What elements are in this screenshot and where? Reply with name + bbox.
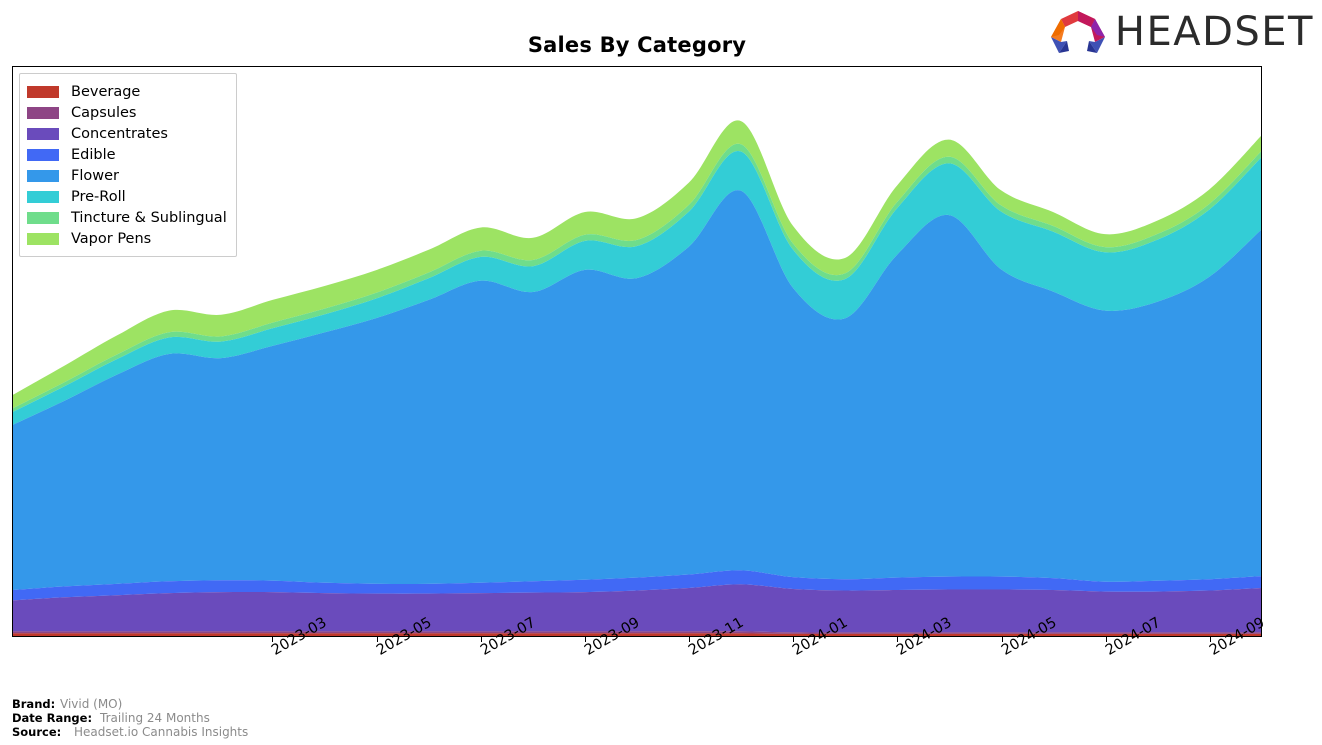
source-label: Source:	[12, 725, 62, 739]
legend-color-swatch	[27, 190, 59, 203]
legend-item-label: Beverage	[71, 83, 141, 100]
headset-logo: HEADSET	[1047, 8, 1314, 56]
legend-item-label: Concentrates	[71, 125, 168, 142]
date-range-label: Date Range:	[12, 711, 93, 725]
legend-color-swatch	[27, 127, 59, 140]
x-axis-tick-mark	[272, 637, 274, 642]
legend-item[interactable]: Flower	[27, 165, 227, 186]
x-axis-tick-mark	[480, 637, 482, 642]
legend-item[interactable]: Tincture & Sublingual	[27, 207, 227, 228]
x-axis-tick-mark	[1001, 637, 1003, 642]
legend-item-label: Vapor Pens	[71, 230, 152, 247]
legend-color-swatch	[27, 169, 59, 182]
headset-arch-icon	[1050, 11, 1105, 53]
legend-item[interactable]: Capsules	[27, 102, 227, 123]
chart-plot-area: Beverage Capsules Concentrates Edible Flower…	[12, 66, 1262, 637]
footer-row-source: Source: Headset.io Cannabis Insights	[12, 725, 248, 739]
x-axis-tick-mark	[793, 637, 795, 642]
legend-item[interactable]: Edible	[27, 144, 227, 165]
chart-legend: Beverage Capsules Concentrates Edible Flower…	[19, 73, 237, 257]
footer-row-date-range: Date Range: Trailing 24 Months	[12, 711, 248, 725]
legend-color-swatch	[27, 106, 59, 119]
brand-label: Brand:	[12, 697, 56, 711]
legend-item-label: Pre-Roll	[71, 188, 126, 205]
x-axis-tick-mark	[897, 637, 899, 642]
legend-color-swatch	[27, 85, 59, 98]
x-axis-tick-mark	[584, 637, 586, 642]
legend-item[interactable]: Pre-Roll	[27, 186, 227, 207]
date-range-value: Trailing 24 Months	[100, 711, 210, 725]
chart-footer: Brand: Vivid (MO) Date Range: Trailing 2…	[12, 697, 248, 739]
x-axis-tick-mark	[1209, 637, 1211, 642]
headset-logo-wordmark: HEADSET	[1114, 9, 1314, 55]
x-axis-tick-mark	[376, 637, 378, 642]
legend-item[interactable]: Beverage	[27, 81, 227, 102]
legend-item[interactable]: Concentrates	[27, 123, 227, 144]
footer-row-brand: Brand: Vivid (MO)	[12, 697, 248, 711]
source-value: Headset.io Cannabis Insights	[74, 725, 249, 739]
brand-value: Vivid (MO)	[60, 697, 123, 711]
legend-item[interactable]: Vapor Pens	[27, 228, 227, 249]
legend-item-label: Tincture & Sublingual	[71, 209, 227, 226]
legend-item-label: Edible	[71, 146, 116, 163]
x-axis-tick-mark	[1105, 637, 1107, 642]
legend-color-swatch	[27, 148, 59, 161]
x-axis-tick-mark	[689, 637, 691, 642]
legend-color-swatch	[27, 232, 59, 245]
legend-item-label: Capsules	[71, 104, 137, 121]
legend-item-label: Flower	[71, 167, 119, 184]
legend-color-swatch	[27, 211, 59, 224]
